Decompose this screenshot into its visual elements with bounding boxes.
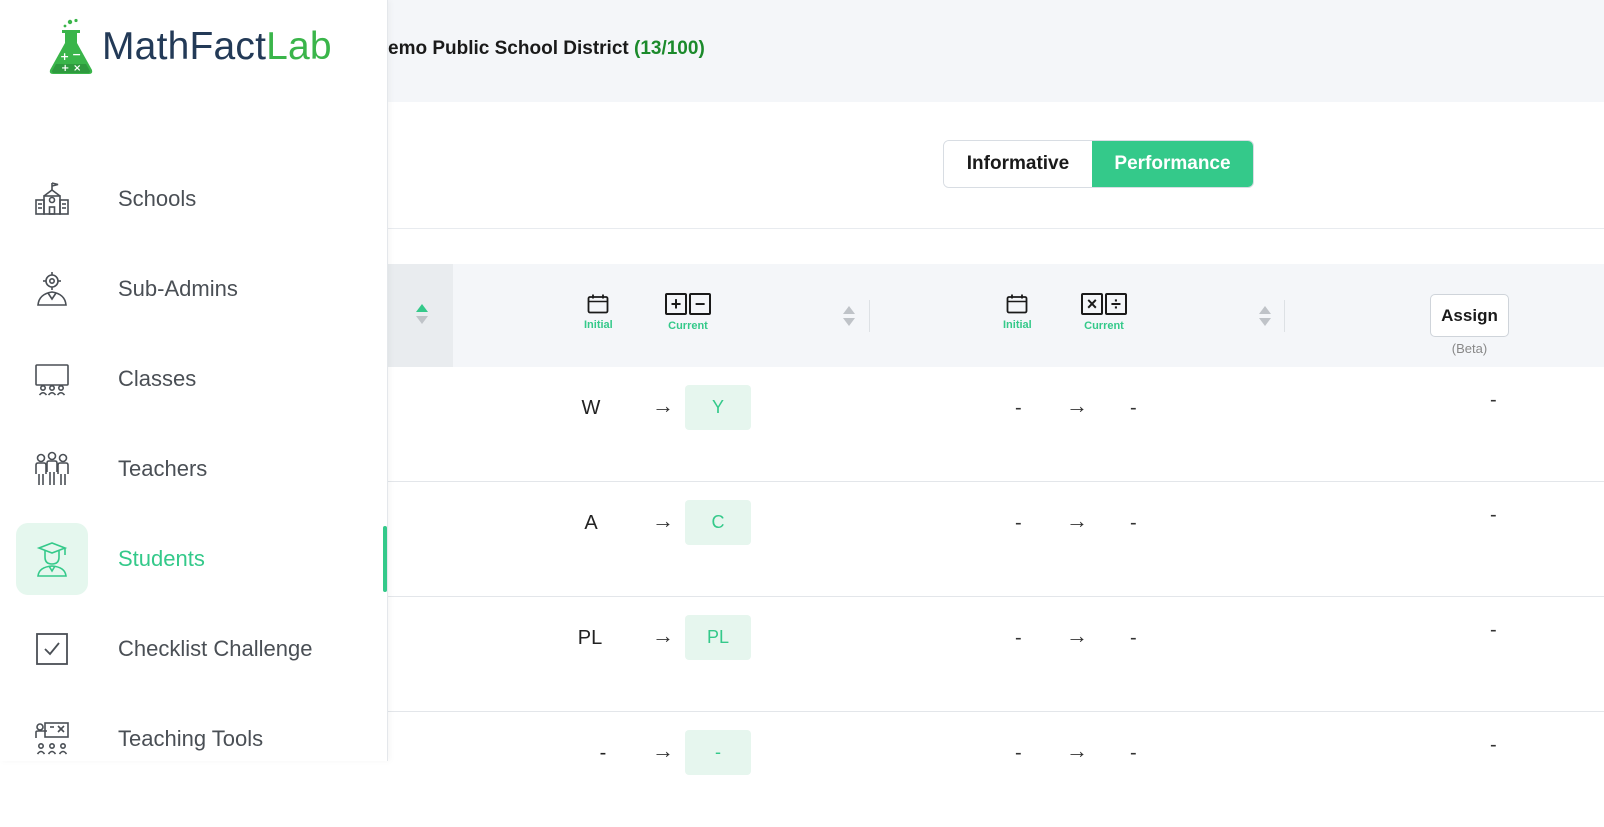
table-row: - → - - → - - [388, 712, 1604, 827]
arrow-icon: → [1066, 623, 1088, 648]
logo-suffix: Lab [266, 25, 332, 68]
assign-value: - [1490, 619, 1497, 641]
sidebar-item-label: Classes [118, 366, 197, 391]
add-subtract-icon: + − [665, 293, 711, 315]
sub-admin-icon [16, 253, 88, 325]
sort-arrows-icon[interactable] [416, 304, 428, 326]
sort-arrows-icon[interactable] [1259, 306, 1271, 328]
teaching-tools-icon [16, 703, 88, 775]
add-sub-current-badge: - [685, 730, 751, 775]
arrow-icon: → [652, 738, 674, 763]
sidebar-item-schools[interactable]: Schools [16, 163, 372, 235]
current-label: Current [1084, 320, 1124, 332]
add-sub-initial-value: W [581, 397, 601, 419]
assign-value: - [1490, 504, 1497, 526]
sidebar: + − + × MathFactLab Schools Sub-Admins C… [0, 0, 388, 761]
add-sub-current-badge: PL [685, 615, 751, 660]
add-sub-current-badge: C [685, 500, 751, 545]
assign-value: - [1490, 734, 1497, 756]
mult-div-initial-header: Initial [1003, 294, 1032, 331]
sidebar-item-classes[interactable]: Classes [16, 343, 372, 415]
mult-div-initial-value: - [1015, 627, 1022, 649]
mult-div-current-value: - [1130, 512, 1137, 534]
assign-button[interactable]: Assign [1430, 294, 1509, 337]
mult-div-initial-value: - [1015, 512, 1022, 534]
name-sort-cell[interactable] [388, 264, 453, 367]
svg-text:×: × [73, 63, 81, 74]
teachers-icon [16, 433, 88, 505]
district-count: (13/100) [634, 38, 705, 59]
sidebar-item-label: Teaching Tools [118, 726, 264, 751]
district-title: emo Public School District (13/100) [388, 38, 705, 60]
assign-value: - [1490, 389, 1497, 411]
table-header [388, 264, 1604, 367]
sidebar-item-sub-admins[interactable]: Sub-Admins [16, 253, 372, 325]
student-icon [16, 523, 88, 595]
add-sub-current-badge: Y [685, 385, 751, 430]
mult-div-current-value: - [1130, 397, 1137, 419]
add-sub-initial-header: Initial [584, 294, 613, 331]
sidebar-item-checklist-challenge[interactable]: Checklist Challenge [16, 613, 372, 685]
sidebar-item-label: Checklist Challenge [118, 636, 313, 661]
column-divider [869, 300, 870, 332]
add-sub-initial-value: A [584, 512, 598, 534]
mult-div-initial-value: - [1015, 742, 1022, 764]
informative-toggle-button[interactable]: Informative [944, 141, 1092, 187]
school-icon [16, 163, 88, 235]
svg-text:+: + [61, 63, 69, 74]
table-row: PL → PL - → - - [388, 597, 1604, 712]
mult-div-current-value: - [1130, 627, 1137, 649]
svg-text:−: − [72, 48, 81, 61]
arrow-icon: → [1066, 393, 1088, 418]
checklist-icon [16, 613, 88, 685]
flask-logo-icon: + − + × [49, 18, 93, 74]
table-row: W → Y - → - - [388, 367, 1604, 482]
logo-prefix: MathFact [102, 25, 267, 68]
add-sub-initial-value: PL [577, 627, 603, 649]
table-row: A → C - → - - [388, 482, 1604, 597]
beta-label: (Beta) [1451, 341, 1488, 356]
calendar-icon [1006, 294, 1028, 314]
active-indicator [383, 526, 387, 592]
current-label: Current [668, 320, 708, 332]
sidebar-item-label: Students [118, 546, 205, 571]
column-divider [1284, 300, 1285, 332]
mult-div-current-header: × ÷ Current [1081, 293, 1127, 332]
district-name: emo Public School District [388, 38, 629, 59]
arrow-icon: → [652, 508, 674, 533]
multiply-divide-icon: × ÷ [1081, 293, 1127, 315]
add-sub-initial-value: - [599, 742, 607, 764]
arrow-icon: → [652, 623, 674, 648]
sidebar-item-label: Sub-Admins [118, 276, 238, 301]
calendar-icon [587, 294, 609, 314]
sidebar-item-teaching-tools[interactable]: Teaching Tools [16, 703, 372, 775]
add-sub-current-header: + − Current [665, 293, 711, 332]
sort-arrows-icon[interactable] [843, 306, 855, 328]
arrow-icon: → [652, 393, 674, 418]
mult-div-current-value: - [1130, 742, 1137, 764]
app-name: MathFactLab [102, 25, 332, 69]
sidebar-item-students[interactable]: Students [16, 523, 372, 595]
svg-text:+: + [60, 50, 69, 63]
performance-toggle-button[interactable]: Performance [1092, 141, 1253, 187]
view-toggle: Informative Performance [943, 140, 1254, 188]
app-logo[interactable]: + − + × MathFactLab [46, 18, 332, 76]
classroom-icon [16, 343, 88, 415]
sidebar-item-label: Schools [118, 186, 197, 211]
mult-div-initial-value: - [1015, 397, 1022, 419]
initial-label: Initial [1003, 319, 1032, 331]
arrow-icon: → [1066, 738, 1088, 763]
arrow-icon: → [1066, 508, 1088, 533]
section-divider [388, 228, 1604, 229]
sidebar-item-teachers[interactable]: Teachers [16, 433, 372, 505]
initial-label: Initial [584, 319, 613, 331]
sidebar-item-label: Teachers [118, 456, 208, 481]
